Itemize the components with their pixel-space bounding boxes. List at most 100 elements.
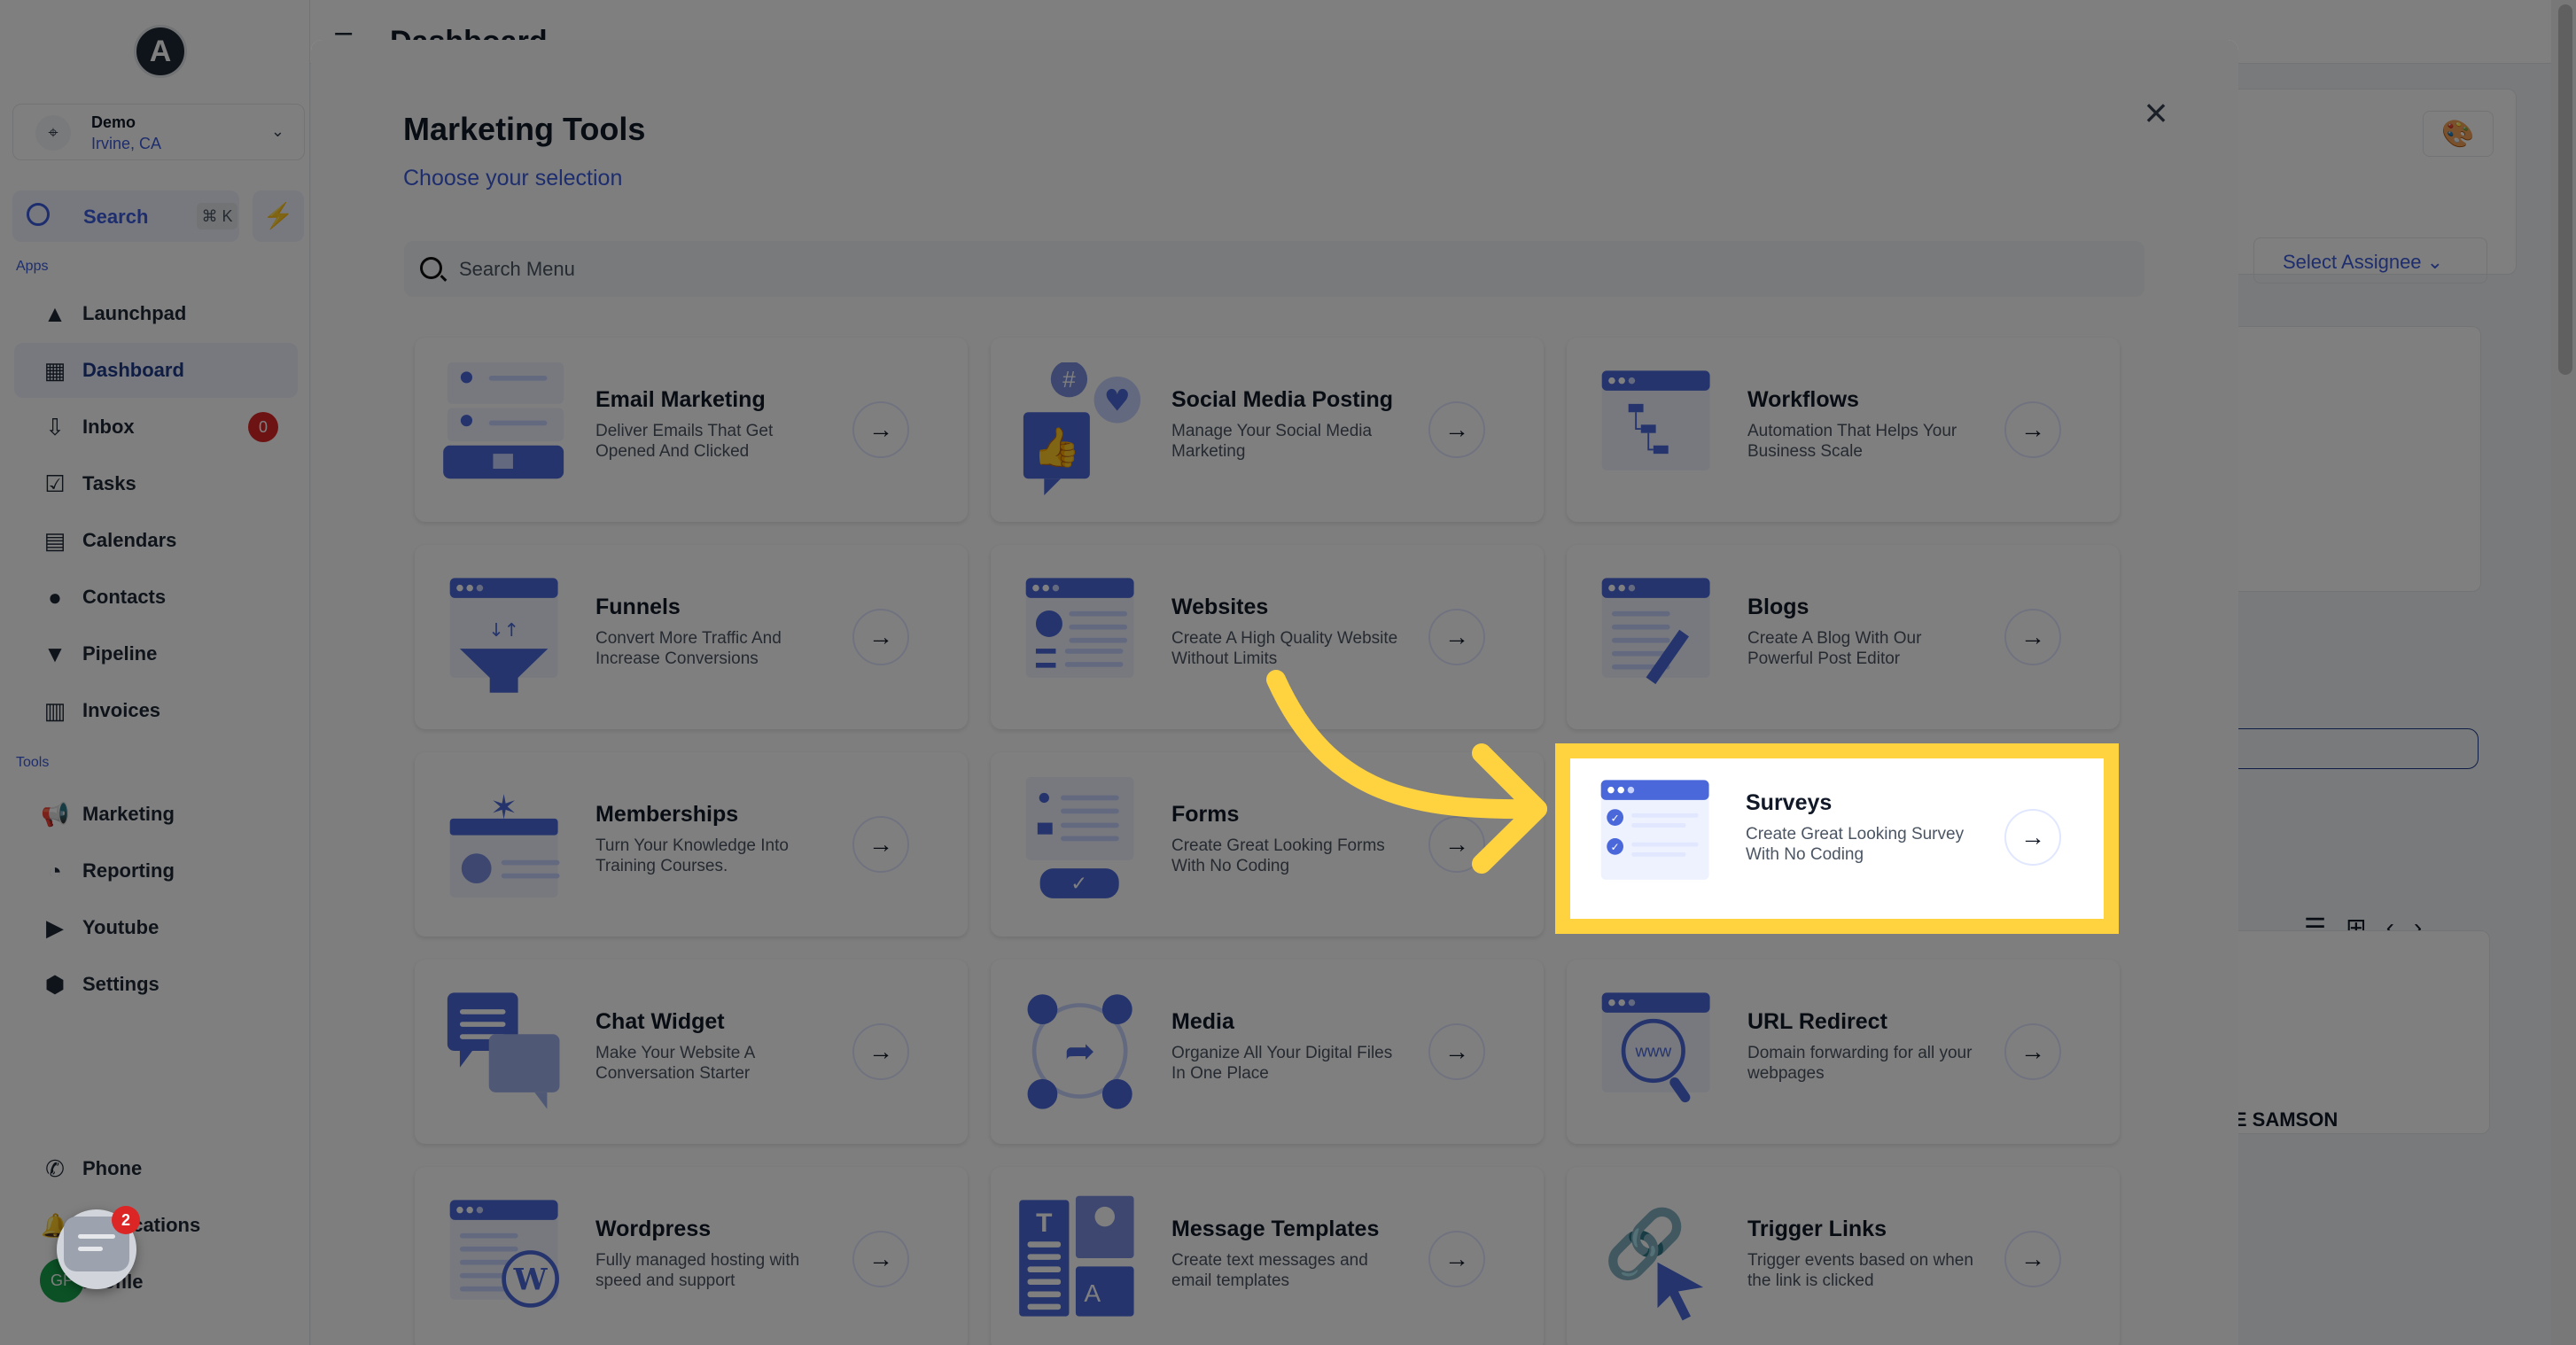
arrow-right-icon[interactable]: → bbox=[2004, 609, 2061, 665]
tool-name: Workflows bbox=[1747, 387, 1859, 412]
tool-description: Automation That Helps Your Business Scal… bbox=[1747, 422, 1957, 461]
blog-illustration-wrap bbox=[1593, 570, 1722, 703]
tool-name: Surveys bbox=[1746, 790, 1833, 815]
arrow-right-icon[interactable]: → bbox=[1428, 816, 1485, 873]
arrow-right-icon[interactable]: → bbox=[1428, 401, 1485, 458]
social-media-illustration-wrap: # ♥ 👍 bbox=[1017, 361, 1146, 495]
tool-card-wordpress[interactable]: W Wordpress Fully managed hosting with s… bbox=[415, 1167, 968, 1345]
tool-description: Manage Your Social Media Marketing bbox=[1171, 422, 1373, 461]
svg-text:✓: ✓ bbox=[1611, 841, 1620, 853]
message-templates-illustration-wrap: TA bbox=[1017, 1192, 1146, 1325]
tool-name: Media bbox=[1171, 1009, 1234, 1034]
arrow-right-icon[interactable]: → bbox=[852, 1231, 909, 1287]
tool-name: Funnels bbox=[595, 595, 681, 619]
tool-name: Blogs bbox=[1747, 595, 1809, 619]
tool-name: Forms bbox=[1171, 802, 1240, 827]
arrow-right-icon[interactable]: → bbox=[1428, 1023, 1485, 1080]
tool-card-media[interactable]: ➦ Media Organize All Your Digital Files … bbox=[991, 960, 1544, 1144]
tool-card-memberships[interactable]: ✶ Memberships Turn Your Knowledge Into T… bbox=[415, 752, 968, 937]
tool-name: Websites bbox=[1171, 595, 1269, 619]
tool-card-blogs[interactable]: Blogs Create A Blog With Our Powerful Po… bbox=[1567, 545, 2120, 729]
tool-name: Memberships bbox=[595, 802, 739, 827]
tool-card-social-media-posting[interactable]: # ♥ 👍 Social Media Posting Manage Your Soc… bbox=[991, 338, 1544, 522]
arrow-right-icon[interactable]: → bbox=[852, 1023, 909, 1080]
blog-illustration bbox=[1601, 578, 1710, 685]
tool-card-funnels[interactable]: ↓↑ Funnels Convert More Traffic And Incr… bbox=[415, 545, 968, 729]
url-redirect-illustration: www bbox=[1601, 992, 1710, 1103]
arrow-right-icon[interactable]: → bbox=[2004, 1231, 2061, 1287]
workflows-illustration-wrap bbox=[1593, 362, 1722, 495]
email-marketing-illustration-wrap bbox=[441, 362, 570, 495]
tool-name: Wordpress bbox=[595, 1217, 712, 1241]
svg-text:T: T bbox=[1036, 1209, 1052, 1238]
trigger-links-illustration-wrap: 🔗 bbox=[1593, 1192, 1722, 1325]
surveys-illustration-wrap: ✓ ✓ bbox=[1592, 772, 1721, 905]
tool-description: Fully managed hosting with speed and sup… bbox=[595, 1251, 800, 1290]
trigger-links-illustration: 🔗 bbox=[1604, 1203, 1704, 1321]
tool-card-surveys[interactable]: ✓ ✓ Surveys Create Great Looking Survey W… bbox=[1570, 758, 2104, 919]
tool-card-message-templates[interactable]: TA Message Templates Create text message… bbox=[991, 1167, 1544, 1345]
url-redirect-illustration-wrap: www bbox=[1593, 984, 1722, 1117]
arrow-right-icon[interactable]: → bbox=[852, 609, 909, 665]
memberships-illustration: ✶ bbox=[449, 788, 560, 898]
svg-text:↓↑: ↓↑ bbox=[488, 619, 519, 641]
svg-text:#: # bbox=[1062, 366, 1076, 393]
arrow-right-icon[interactable]: → bbox=[852, 401, 909, 458]
tool-card-websites[interactable]: Websites Create A High Quality Website W… bbox=[991, 545, 1544, 729]
tool-description: Create Great Looking Forms With No Codin… bbox=[1171, 836, 1385, 875]
chat-widget-illustration-wrap bbox=[441, 984, 570, 1117]
wordpress-illustration-wrap: W bbox=[441, 1192, 570, 1325]
tool-name: Trigger Links bbox=[1747, 1217, 1887, 1241]
svg-text:➦: ➦ bbox=[1064, 1030, 1095, 1072]
workflows-illustration bbox=[1601, 370, 1710, 470]
tool-description: Convert More Traffic And Increase Conver… bbox=[595, 629, 782, 668]
tool-card-email-marketing[interactable]: Email Marketing Deliver Emails That Get … bbox=[415, 338, 968, 522]
close-icon[interactable]: × bbox=[2136, 92, 2175, 134]
svg-text:A: A bbox=[1084, 1279, 1101, 1307]
arrow-right-icon[interactable]: → bbox=[1428, 1231, 1485, 1287]
arrow-right-icon[interactable]: → bbox=[2004, 809, 2061, 866]
svg-text:✓: ✓ bbox=[1611, 812, 1620, 824]
forms-illustration: ✓ bbox=[1025, 777, 1134, 898]
tool-description: Organize All Your Digital Files In One P… bbox=[1171, 1044, 1393, 1083]
media-illustration: ➦ bbox=[1027, 994, 1132, 1109]
chat-widget-button[interactable]: 2 bbox=[57, 1206, 140, 1289]
marketing-tools-modal: Marketing Tools Choose your selection × … bbox=[311, 40, 2238, 1345]
search-menu-input[interactable] bbox=[459, 241, 2125, 297]
tool-card-forms[interactable]: ✓ Forms Create Great Looking Forms With … bbox=[991, 752, 1544, 937]
tool-description: Turn Your Knowledge Into Training Course… bbox=[595, 836, 789, 875]
tool-description: Create text messages and email templates bbox=[1171, 1251, 1368, 1290]
forms-illustration-wrap: ✓ bbox=[1017, 777, 1146, 910]
social-media-illustration: # ♥ 👍 bbox=[1023, 361, 1141, 495]
arrow-right-icon[interactable]: → bbox=[2004, 1023, 2061, 1080]
search-menu-field[interactable] bbox=[404, 241, 2144, 297]
arrow-right-icon[interactable]: → bbox=[852, 816, 909, 873]
email-marketing-illustration bbox=[443, 362, 564, 479]
svg-text:www: www bbox=[1635, 1042, 1672, 1061]
modal-title: Marketing Tools bbox=[403, 111, 646, 147]
funnel-illustration-wrap: ↓↑ bbox=[441, 570, 570, 703]
tool-description: Create A Blog With Our Powerful Post Edi… bbox=[1747, 629, 1922, 668]
chat-unread-badge: 2 bbox=[112, 1206, 140, 1234]
chat-widget-illustration bbox=[447, 992, 560, 1109]
arrow-right-icon[interactable]: → bbox=[1428, 609, 1485, 665]
tool-name: Message Templates bbox=[1171, 1217, 1380, 1241]
tool-name: Chat Widget bbox=[595, 1009, 725, 1034]
tool-card-chat-widget[interactable]: Chat Widget Make Your Website A Conversa… bbox=[415, 960, 968, 1144]
tool-name: URL Redirect bbox=[1747, 1009, 1887, 1034]
website-illustration bbox=[1025, 578, 1134, 678]
website-illustration-wrap bbox=[1017, 570, 1146, 703]
wordpress-illustration: W bbox=[449, 1200, 559, 1308]
tool-description: Make Your Website A Conversation Starter bbox=[595, 1044, 755, 1083]
tool-name: Email Marketing bbox=[595, 387, 766, 412]
tool-card-workflows[interactable]: Workflows Automation That Helps Your Bus… bbox=[1567, 338, 2120, 522]
tool-description: Deliver Emails That Get Opened And Click… bbox=[595, 422, 774, 461]
tool-description: Create A High Quality Website Without Li… bbox=[1171, 629, 1398, 668]
memberships-illustration-wrap: ✶ bbox=[441, 777, 570, 910]
tool-card-trigger-links[interactable]: 🔗 Trigger Links Trigger events based on … bbox=[1567, 1167, 2120, 1345]
arrow-right-icon[interactable]: → bbox=[2004, 401, 2061, 458]
funnel-illustration: ↓↑ bbox=[449, 578, 558, 693]
modal-subtitle: Choose your selection bbox=[403, 166, 623, 190]
tool-card-url-redirect[interactable]: www URL Redirect Domain forwarding for a… bbox=[1567, 960, 2120, 1144]
svg-text:W: W bbox=[513, 1262, 549, 1297]
